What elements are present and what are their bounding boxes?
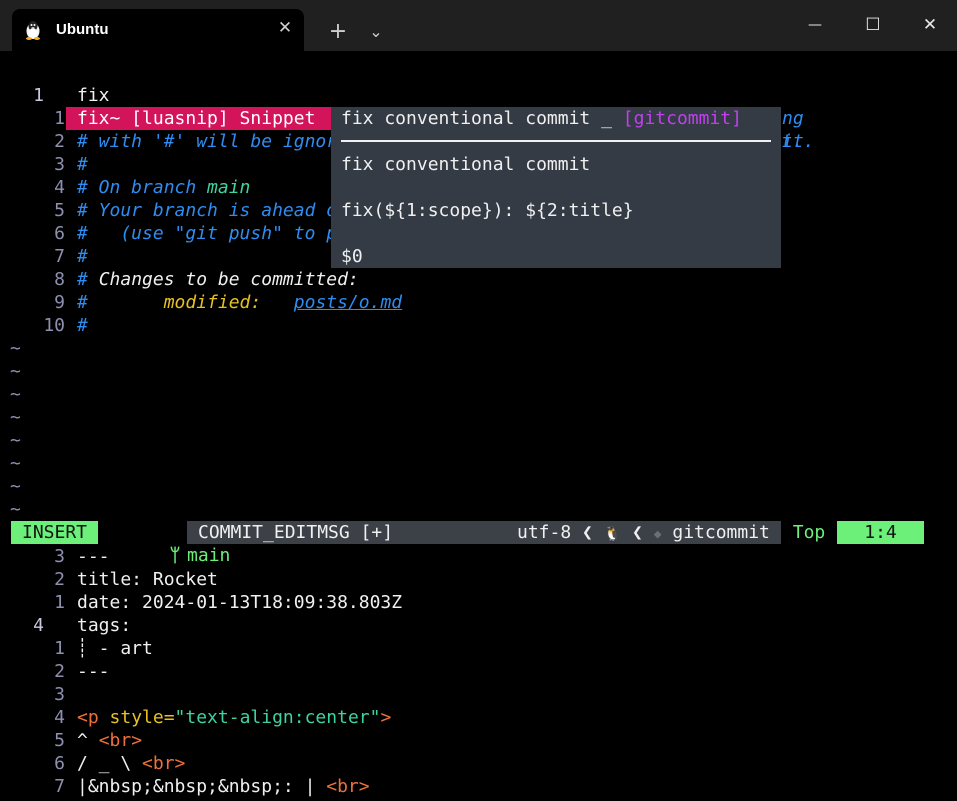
line-number: 2 [54, 131, 65, 152]
empty-line-marker: ~ [10, 476, 21, 497]
line-number: 1 [54, 108, 65, 129]
new-tab-button[interactable]: + [324, 18, 352, 46]
tux-icon [26, 21, 40, 40]
terminal-tab[interactable]: Ubuntu ✕ [12, 9, 304, 51]
line-number: 5 [54, 200, 65, 221]
empty-line-marker: ~ [10, 338, 21, 359]
buffer-line: tags: [77, 615, 132, 636]
minimize-button[interactable]: — [792, 6, 838, 44]
separator-chevron-icon: ❮ [582, 522, 593, 543]
line-number: 2 [54, 661, 65, 682]
scrollbar[interactable] [923, 51, 957, 801]
tab-close-icon[interactable]: ✕ [274, 17, 296, 39]
maximize-button[interactable]: ☐ [850, 6, 896, 44]
line-number: 4 [54, 707, 65, 728]
line-number: 6 [54, 223, 65, 244]
doc-filetype-tag: [gitcommit] [622, 108, 742, 129]
buffer-line: # [77, 315, 88, 336]
tab-dropdown-button[interactable]: ⌄ [362, 18, 390, 46]
line-number: 4 [54, 177, 65, 198]
buffer-line: / _ \ <br> [77, 753, 186, 774]
filetype-label: gitcommit [672, 522, 770, 543]
buffer-line: fix [77, 85, 110, 106]
line-number: 5 [54, 730, 65, 751]
buffer-line: # [77, 154, 88, 175]
empty-line-marker: ~ [10, 407, 21, 428]
close-window-button[interactable]: ✕ [907, 6, 953, 44]
file-encoding: utf-8 ❮ 🐧 ❮ ◆ gitcommit [517, 522, 770, 543]
empty-line-marker: ~ [10, 499, 21, 520]
buffer-line: # [77, 246, 88, 267]
doc-description: fix conventional commit [341, 154, 591, 175]
git-branch-icon: ᛘ [169, 545, 181, 566]
scroll-position: Top [781, 521, 837, 544]
mode-indicator: INSERT [11, 521, 98, 544]
buffer-line: title: Rocket [77, 569, 218, 590]
buffer-line: # Changes to be committed: [77, 269, 359, 290]
buffer-line: --- [77, 546, 110, 567]
completion-doc-popup: fix conventional commit _ [gitcommit] fi… [331, 107, 781, 268]
line-number: 3 [54, 154, 65, 175]
empty-line-marker: ~ [10, 453, 21, 474]
doc-snippet-body: fix(${1:scope}): ${2:title} [341, 200, 634, 221]
line-number: 2 [54, 569, 65, 590]
filetype-icon: ◆ [653, 527, 662, 542]
buffer-line-fragment: ng [782, 108, 804, 129]
title-bar: Ubuntu ✕ + ⌄ — ☐ ✕ [0, 0, 957, 51]
buffer-line: date: 2024-01-13T18:09:38.803Z [77, 592, 403, 613]
doc-snippet-end: $0 [341, 246, 363, 267]
line-number: 7 [54, 246, 65, 267]
status-line: INSERT ᛘ main COMMIT_EDITMSG [+] utf-8 ❮ … [11, 521, 924, 566]
line-number: 1 [33, 85, 44, 106]
linux-os-icon: 🐧 [603, 526, 622, 542]
empty-line-marker: ~ [10, 430, 21, 451]
doc-title: fix conventional commit _ [gitcommit] [341, 108, 742, 129]
cursor-position: 1:4 [837, 521, 924, 544]
line-number: 7 [54, 776, 65, 797]
file-name: COMMIT_EDITMSG [+] [198, 522, 394, 543]
buffer-line: |&nbsp;&nbsp;&nbsp;: | <br> [77, 776, 370, 797]
buffer-line: # On branch main [77, 177, 251, 198]
line-number: 8 [54, 269, 65, 290]
buffer-line: # modified: posts/o.md [77, 292, 403, 313]
buffer-line-fragment: it. [782, 131, 815, 152]
tab-title: Ubuntu [56, 21, 109, 38]
line-number: 1 [54, 638, 65, 659]
line-number: 10 [43, 315, 65, 336]
line-number: 4 [33, 615, 44, 636]
buffer-line: <p style="text-align:center"> [77, 707, 392, 728]
separator-chevron-icon: ❮ [632, 522, 643, 543]
line-number: 6 [54, 753, 65, 774]
empty-line-marker: ~ [10, 361, 21, 382]
completion-item-selected[interactable]: fix~ [luasnip] Snippet [66, 107, 331, 130]
line-number: 3 [54, 546, 65, 567]
line-number: 9 [54, 292, 65, 313]
line-number: 1 [54, 592, 65, 613]
doc-separator [341, 140, 771, 142]
empty-line-marker: ~ [10, 384, 21, 405]
buffer-line: ┊ - art [77, 638, 153, 659]
buffer-line: ^ <br> [77, 730, 143, 751]
buffer-line: --- [77, 661, 110, 682]
file-path-link[interactable]: posts/o.md [294, 292, 402, 313]
terminal-area[interactable]: 1 fix ng 2 # with '#' will be ignored, a… [0, 51, 957, 801]
git-branch: ᛘ main [98, 521, 230, 566]
branch-name-text: main [207, 177, 251, 198]
line-number: 3 [54, 684, 65, 705]
